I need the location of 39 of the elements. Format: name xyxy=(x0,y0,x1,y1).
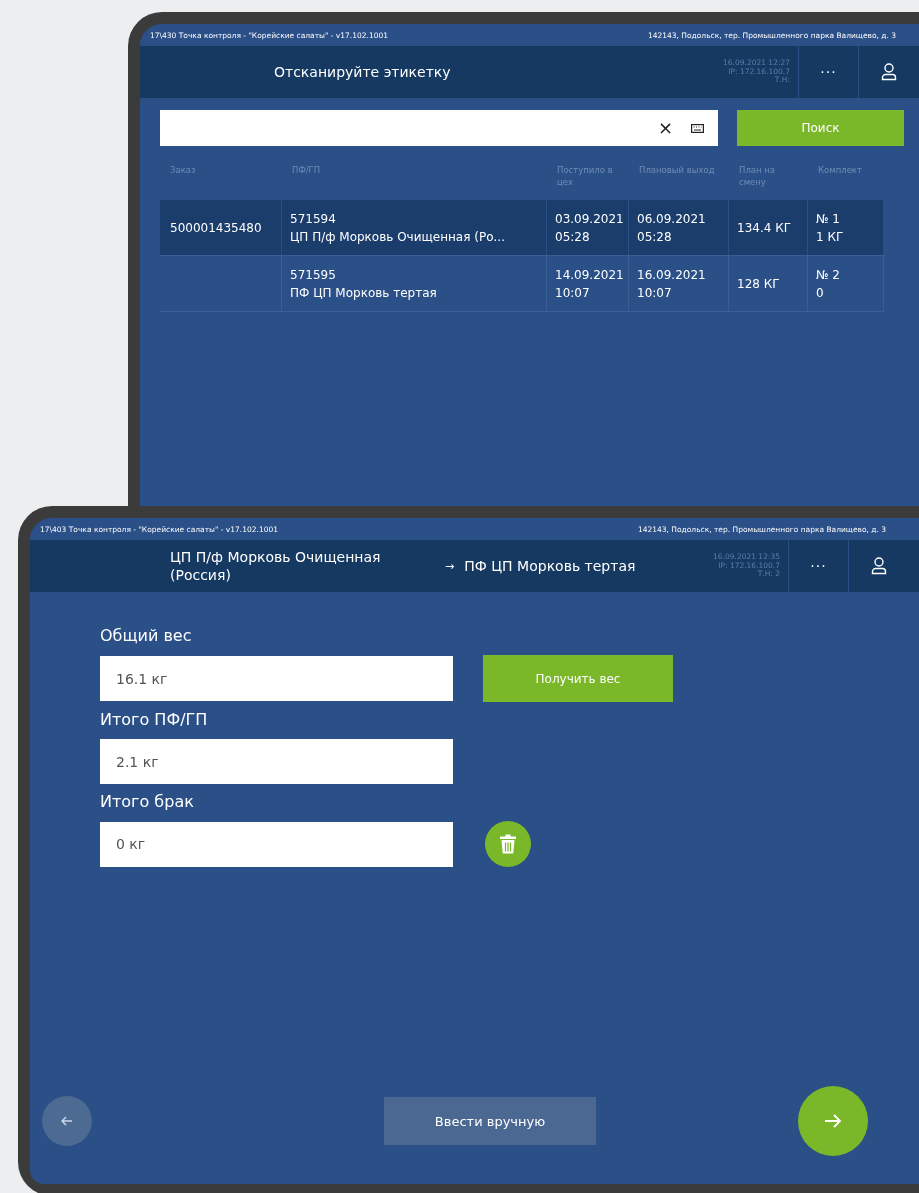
source-product-title: ЦП П/ф Морковь Очищенная (Россия) xyxy=(170,547,382,585)
table-cell-text: 16.09.2021 10:07 xyxy=(637,266,706,302)
table-cell-text: 500001435480 xyxy=(170,219,262,237)
column-header: План на смену xyxy=(738,164,777,190)
manual-entry-button[interactable]: Ввести вручную xyxy=(384,1097,596,1145)
column-header: Поступило в цех xyxy=(556,164,614,190)
column-header: Комплект xyxy=(817,164,863,177)
keyboard-icon[interactable] xyxy=(691,123,704,133)
left-arrow-icon xyxy=(61,1116,73,1126)
column-header: Плановый выход xyxy=(638,164,716,177)
field-label: Итого брак xyxy=(100,792,195,811)
table-cell-text: 03.09.2021 05:28 xyxy=(555,210,624,246)
input-field[interactable]: 2.1 кг xyxy=(100,739,453,784)
column-header: ПФ/ГП xyxy=(291,164,322,177)
target-product-title: ПФ ЦП Морковь тертая xyxy=(464,558,636,574)
table-row[interactable]: 500001435480 571594 ЦП П/ф Морковь Очищенная (Ро... 03.09.2021 05:28 06.09.2021 05:28 134.4 КГ № 1 1 КГ xyxy=(160,200,884,256)
field-label: Итого ПФ/ГП xyxy=(100,710,209,729)
table-cell-text: 14.09.2021 10:07 xyxy=(555,266,624,302)
table-cell-text: № 1 1 КГ xyxy=(816,210,844,246)
input-field[interactable]: 0 кг xyxy=(100,821,453,867)
user-icon xyxy=(870,557,887,575)
table-cell-text: 134.4 КГ xyxy=(737,219,791,237)
delete-button[interactable] xyxy=(485,821,531,867)
header-title: Отсканируйте этикетку xyxy=(274,64,451,80)
search-field[interactable]: × xyxy=(160,110,718,146)
input-field[interactable]: 16.1 кг xyxy=(100,656,453,701)
trash-icon xyxy=(499,834,517,854)
table-row[interactable]: 571595 ПФ ЦП Морковь тертая 14.09.2021 10:07 16.09.2021 10:07 128 КГ № 2 0 xyxy=(160,256,884,312)
arrow-text: → xyxy=(445,559,455,573)
clear-button[interactable]: × xyxy=(657,119,673,137)
table-cell-text: 06.09.2021 05:28 xyxy=(637,210,706,246)
table-cell-text: 571594 ЦП П/ф Морковь Очищенная (Ро... xyxy=(290,210,505,246)
user-icon xyxy=(880,63,897,81)
table-cell-text: 571595 ПФ ЦП Морковь тертая xyxy=(290,266,437,302)
right-arrow-icon xyxy=(824,1113,842,1129)
table-cell-text: № 2 0 xyxy=(816,266,840,302)
field-label: Общий вес xyxy=(100,626,193,645)
table-cell-text: 128 КГ xyxy=(737,275,780,293)
column-header: Заказ xyxy=(169,164,197,177)
